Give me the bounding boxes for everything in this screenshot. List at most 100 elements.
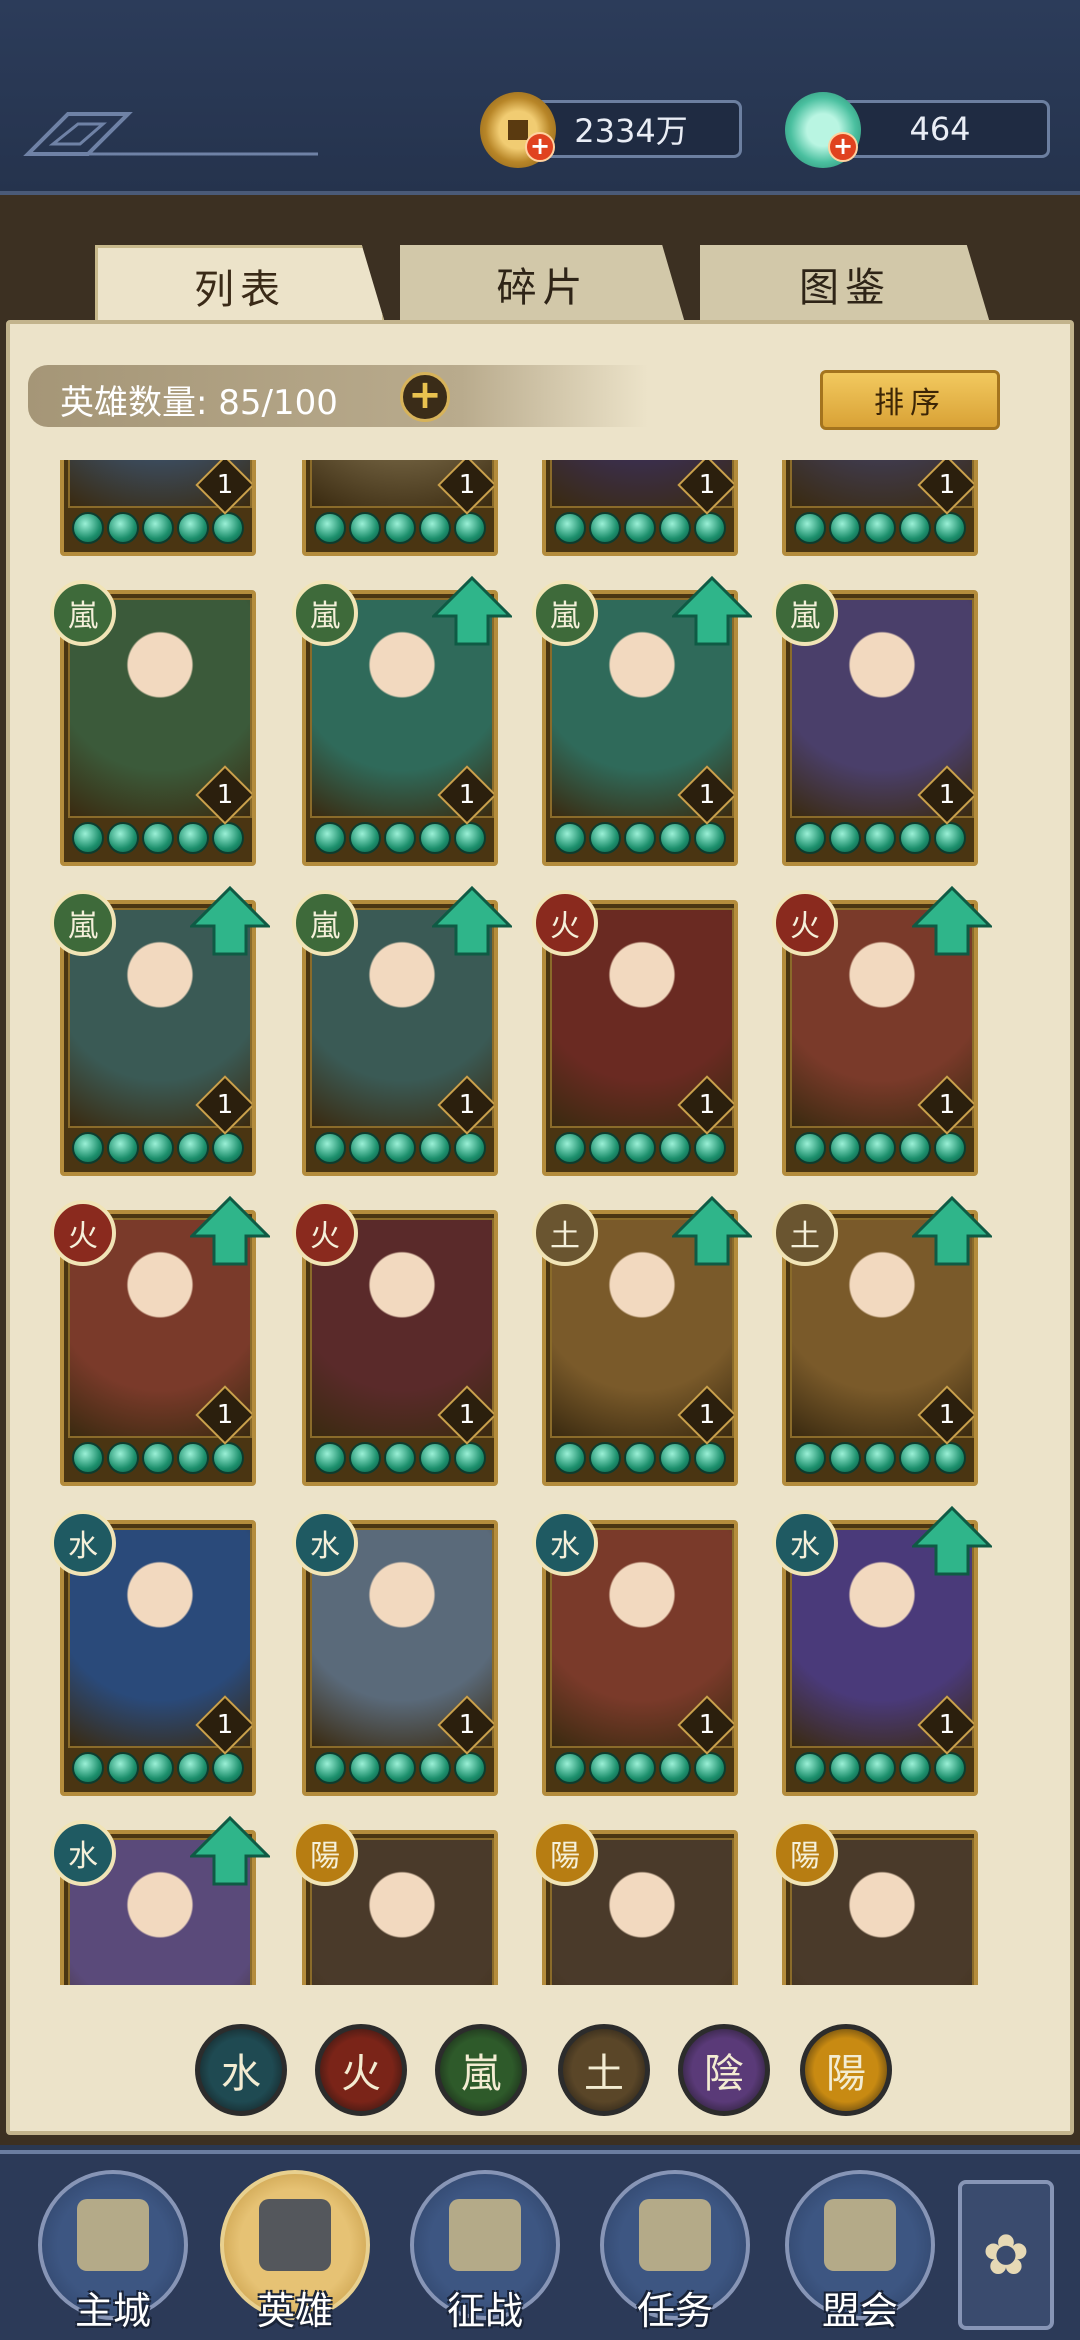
element-badge: 嵐 [532,580,598,646]
element-badge: 陽 [532,1820,598,1886]
jade-star-icon [659,512,691,544]
element-filter-button[interactable]: 火 [315,2024,407,2116]
element-badge: 火 [292,1200,358,1266]
hero-card[interactable]: 1 [542,460,738,556]
hero-card[interactable]: 1 [60,460,256,556]
jade-star-icon [624,1442,656,1474]
jade-star-icon [694,1752,726,1784]
add-jade-button[interactable]: + [828,132,858,162]
element-filter-label: 土 [584,2051,624,2097]
jade-star-icon [454,1132,486,1164]
hero-level: 1 [938,1710,956,1740]
hero-count-label: 英雄数量: 85/100 [60,383,338,423]
tab-list[interactable]: 列表 [95,245,385,323]
star-rating [72,1752,252,1786]
hero-level: 1 [458,780,476,810]
jade-star-icon [794,822,826,854]
jade-star-icon [107,1442,139,1474]
jade-star-icon [934,1752,966,1784]
add-coins-button[interactable]: + [525,132,555,162]
tab-fragments-label: 碎片 [496,265,589,311]
alliance-pavilion-icon [824,2199,896,2271]
menu-button[interactable]: ✿ [958,2180,1054,2330]
jade-star-icon [107,1752,139,1784]
jade-star-icon [864,1442,896,1474]
element-filter-button[interactable]: 土 [558,2024,650,2116]
hero-level: 1 [216,1090,234,1120]
jade-star-icon [864,822,896,854]
hero-card[interactable]: 1 [302,460,498,556]
jade-star-icon [694,1132,726,1164]
sort-button[interactable]: 排序 [820,370,1000,430]
jade-star-icon [864,1132,896,1164]
hero-card[interactable]: 1 [782,460,978,556]
hero-level: 1 [458,1710,476,1740]
jade-star-icon [177,1752,209,1784]
jade-star-icon [107,822,139,854]
jade-star-icon [589,512,621,544]
jade-star-icon [142,822,174,854]
tab-fragments[interactable]: 碎片 [400,245,685,323]
hero-level: 1 [938,780,956,810]
element-filter-button[interactable]: 陰 [678,2024,770,2116]
jade-star-icon [829,1752,861,1784]
element-filter-label: 火 [341,2051,381,2097]
tab-list-label: 列表 [194,266,286,313]
element-filter-button[interactable]: 嵐 [435,2024,527,2116]
jade-star-icon [589,1132,621,1164]
jade-star-icon [107,1132,139,1164]
element-badge: 水 [50,1820,116,1886]
jade-star-icon [554,822,586,854]
jade-star-icon [384,1442,416,1474]
upgrade-arrow-icon [190,886,270,956]
star-rating [314,1442,494,1476]
jade-star-icon [349,1442,381,1474]
scroll-battle-icon [449,2199,521,2271]
jade-star-icon [72,1442,104,1474]
menu-flower-icon: ✿ [982,2222,1030,2288]
jade-star-icon [419,822,451,854]
sort-button-label: 排序 [874,386,946,421]
jade-star-icon [624,1752,656,1784]
star-rating [554,1442,734,1476]
jade-star-icon [659,1752,691,1784]
nav-label: 英雄 [256,2289,333,2333]
jade-star-icon [659,1442,691,1474]
jade-star-icon [419,1442,451,1474]
element-badge: 火 [532,890,598,956]
element-badge: 嵐 [292,580,358,646]
hero-grid[interactable]: 11111嵐1嵐1嵐1嵐1嵐1嵐1火1火1火1火1土1土1水1水1水1水水陽陽陽 [32,460,1048,1985]
hero-level: 1 [698,1090,716,1120]
element-badge: 土 [772,1200,838,1266]
hero-level: 1 [458,470,476,500]
nav-label: 主城 [74,2289,151,2333]
castle-icon [77,2199,149,2271]
tab-codex-label: 图鉴 [799,265,891,311]
jade-star-icon [454,1442,486,1474]
star-rating [314,822,494,856]
nav-label: 任务 [636,2289,713,2333]
element-filter-button[interactable]: 陽 [800,2024,892,2116]
star-rating [794,1752,974,1786]
jade-star-icon [454,1752,486,1784]
jade-star-icon [554,1752,586,1784]
element-filter-button[interactable]: 水 [195,2024,287,2116]
jade-star-icon [419,512,451,544]
star-rating [554,1752,734,1786]
element-badge: 火 [772,890,838,956]
element-filter-label: 陰 [704,2051,744,2097]
jade-star-icon [554,1442,586,1474]
star-rating [554,512,734,546]
jade-star-icon [899,1752,931,1784]
jade-star-icon [384,512,416,544]
jade-star-icon [794,1132,826,1164]
star-rating [554,1132,734,1166]
expand-capacity-button[interactable]: + [400,372,450,422]
upgrade-arrow-icon [672,1196,752,1266]
jade-star-icon [589,1442,621,1474]
jade-star-icon [864,1752,896,1784]
element-badge: 水 [292,1510,358,1576]
jade-star-icon [589,822,621,854]
star-rating [314,1132,494,1166]
tab-codex[interactable]: 图鉴 [700,245,990,323]
